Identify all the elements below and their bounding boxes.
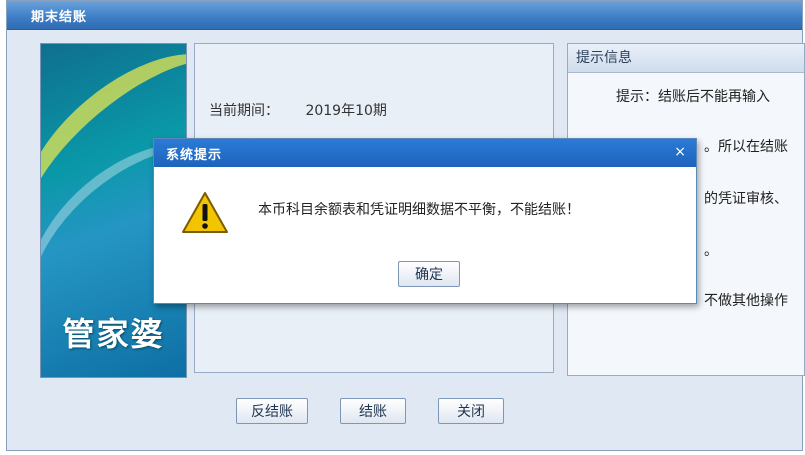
tip-line: 的凭证审核、	[704, 191, 788, 207]
window-titlebar[interactable]: 期末结账	[7, 1, 802, 30]
current-period-label: 当前期间：	[209, 103, 279, 119]
dialog-title: 系统提示	[166, 148, 223, 163]
tip-line: 。所以在结账	[704, 139, 788, 155]
dialog-titlebar[interactable]: 系统提示 ×	[154, 139, 696, 167]
current-period-value: 2019年10期	[305, 103, 387, 119]
tips-header: 提示信息	[568, 44, 804, 73]
tip-line: 。	[704, 243, 718, 259]
dialog-close-icon[interactable]: ×	[674, 144, 686, 160]
close-period-button[interactable]: 结账	[340, 398, 406, 424]
warning-icon	[182, 192, 228, 233]
dialog-message: 本币科目余额表和凭证明细数据不平衡，不能结账！	[258, 202, 580, 218]
ok-button[interactable]: 确定	[398, 261, 460, 287]
current-period-row: 当前期间： 2019年10期	[209, 100, 387, 120]
system-alert-dialog: 系统提示 × 本币科目余额表和凭证明细数据不平衡，不能结账！ 确定	[153, 138, 697, 304]
unclose-button[interactable]: 反结账	[236, 398, 308, 424]
window-title: 期末结账	[31, 10, 88, 25]
exit-button[interactable]: 关闭	[438, 398, 504, 424]
tip-line: 不做其他操作	[704, 293, 788, 309]
tip-line: 提示：结账后不能再输入	[616, 89, 770, 105]
brand-logo-text: 管家婆	[62, 315, 165, 353]
